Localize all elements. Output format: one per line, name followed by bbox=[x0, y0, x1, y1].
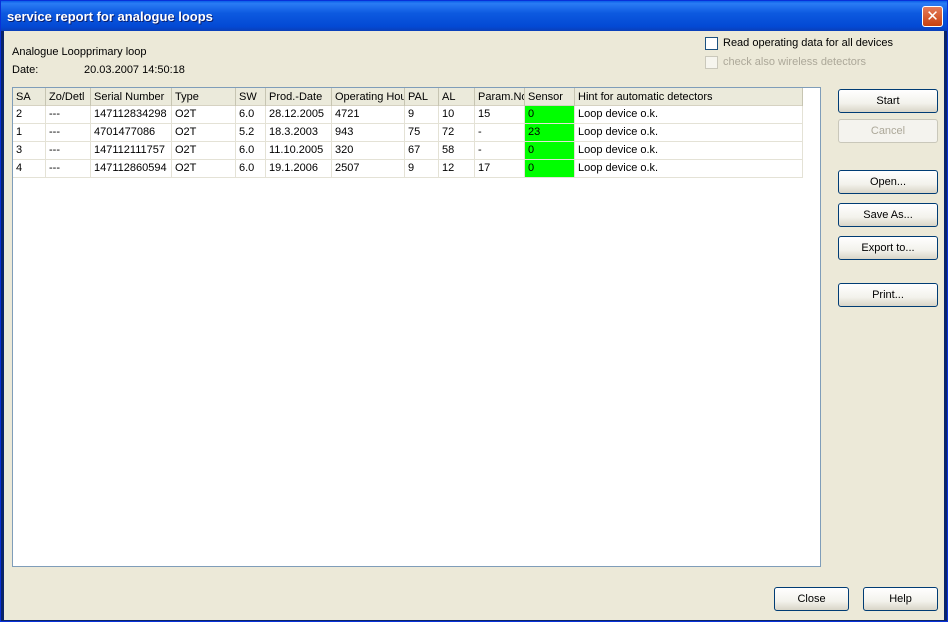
cell-type: O2T bbox=[172, 142, 236, 159]
cell-param-no: 17 bbox=[475, 160, 525, 177]
cell-param-no: - bbox=[475, 142, 525, 159]
cell-hint: Loop device o.k. bbox=[575, 160, 803, 177]
cell-type: O2T bbox=[172, 160, 236, 177]
col-header-al[interactable]: AL bbox=[439, 88, 475, 106]
cell-al: 58 bbox=[439, 142, 475, 159]
cell-prod-date: 28.12.2005 bbox=[266, 106, 332, 123]
cell-pal: 9 bbox=[405, 106, 439, 123]
read-all-label[interactable]: Read operating data for all devices bbox=[723, 37, 893, 49]
wireless-checkbox bbox=[705, 56, 718, 69]
cell-hint: Loop device o.k. bbox=[575, 124, 803, 141]
cell-param-no: 15 bbox=[475, 106, 525, 123]
table-row[interactable]: 2 --- 147112834298 O2T 6.0 28.12.2005 47… bbox=[13, 106, 803, 124]
start-button[interactable]: Start bbox=[838, 89, 938, 113]
export-to-button[interactable]: Export to... bbox=[838, 236, 938, 260]
cell-sa: 4 bbox=[13, 160, 46, 177]
cell-hint: Loop device o.k. bbox=[575, 142, 803, 159]
report-table[interactable]: SA Zo/Detl Serial Number Type SW Prod.-D… bbox=[12, 87, 821, 567]
cell-sw: 6.0 bbox=[236, 160, 266, 177]
cell-operating-hours: 943 bbox=[332, 124, 405, 141]
date-label: Date: bbox=[12, 64, 39, 76]
cell-sensor: 23 bbox=[525, 124, 575, 141]
cell-hint: Loop device o.k. bbox=[575, 106, 803, 123]
cell-zo-detl: --- bbox=[46, 160, 91, 177]
cell-serial-number: 147112860594 bbox=[91, 160, 172, 177]
cell-al: 12 bbox=[439, 160, 475, 177]
col-header-serial-number[interactable]: Serial Number bbox=[91, 88, 172, 106]
print-button[interactable]: Print... bbox=[838, 283, 938, 307]
date-value: 20.03.2007 14:50:18 bbox=[84, 64, 185, 76]
table-row[interactable]: 4 --- 147112860594 O2T 6.0 19.1.2006 250… bbox=[13, 160, 803, 178]
cell-prod-date: 11.10.2005 bbox=[266, 142, 332, 159]
loop-label: Analogue Loopprimary loop bbox=[12, 46, 147, 58]
col-header-operating-hours[interactable]: Operating Hou bbox=[332, 88, 405, 106]
col-header-pal[interactable]: PAL bbox=[405, 88, 439, 106]
open-button[interactable]: Open... bbox=[838, 170, 938, 194]
cell-prod-date: 18.3.2003 bbox=[266, 124, 332, 141]
cell-serial-number: 147112834298 bbox=[91, 106, 172, 123]
save-as-button[interactable]: Save As... bbox=[838, 203, 938, 227]
cell-operating-hours: 2507 bbox=[332, 160, 405, 177]
cancel-button: Cancel bbox=[838, 119, 938, 143]
cell-prod-date: 19.1.2006 bbox=[266, 160, 332, 177]
cell-type: O2T bbox=[172, 124, 236, 141]
cell-type: O2T bbox=[172, 106, 236, 123]
table-row[interactable]: 3 --- 147112111757 O2T 6.0 11.10.2005 32… bbox=[13, 142, 803, 160]
dialog-client: Analogue Loopprimary loop Date: 20.03.20… bbox=[4, 31, 944, 620]
cell-al: 72 bbox=[439, 124, 475, 141]
cell-serial-number: 4701477086 bbox=[91, 124, 172, 141]
col-header-sensor[interactable]: Sensor bbox=[525, 88, 575, 106]
cell-al: 10 bbox=[439, 106, 475, 123]
cell-sensor: 0 bbox=[525, 160, 575, 177]
cell-zo-detl: --- bbox=[46, 106, 91, 123]
col-header-param-no[interactable]: Param.No bbox=[475, 88, 525, 106]
wireless-label: check also wireless detectors bbox=[723, 56, 867, 68]
col-header-hint[interactable]: Hint for automatic detectors bbox=[575, 88, 803, 106]
cell-zo-detl: --- bbox=[46, 124, 91, 141]
cell-pal: 9 bbox=[405, 160, 439, 177]
cell-serial-number: 147112111757 bbox=[91, 142, 172, 159]
cell-pal: 67 bbox=[405, 142, 439, 159]
col-header-sw[interactable]: SW bbox=[236, 88, 266, 106]
table-header: SA Zo/Detl Serial Number Type SW Prod.-D… bbox=[13, 88, 803, 106]
table-row[interactable]: 1 --- 4701477086 O2T 5.2 18.3.2003 943 7… bbox=[13, 124, 803, 142]
col-header-zo-detl[interactable]: Zo/Detl bbox=[46, 88, 91, 106]
dialog-window: service report for analogue loops ✕ Anal… bbox=[0, 0, 948, 622]
close-button[interactable]: Close bbox=[774, 587, 849, 611]
cell-sa: 1 bbox=[13, 124, 46, 141]
col-header-type[interactable]: Type bbox=[172, 88, 236, 106]
cell-sensor: 0 bbox=[525, 142, 575, 159]
close-icon[interactable]: ✕ bbox=[922, 6, 943, 27]
cell-operating-hours: 4721 bbox=[332, 106, 405, 123]
col-header-sa[interactable]: SA bbox=[13, 88, 46, 106]
cell-sa: 2 bbox=[13, 106, 46, 123]
cell-zo-detl: --- bbox=[46, 142, 91, 159]
cell-pal: 75 bbox=[405, 124, 439, 141]
window-title: service report for analogue loops bbox=[7, 9, 213, 24]
col-header-prod-date[interactable]: Prod.-Date bbox=[266, 88, 332, 106]
cell-param-no: - bbox=[475, 124, 525, 141]
cell-sw: 5.2 bbox=[236, 124, 266, 141]
cell-sw: 6.0 bbox=[236, 142, 266, 159]
read-all-checkbox[interactable] bbox=[705, 37, 718, 50]
help-button[interactable]: Help bbox=[863, 587, 938, 611]
cell-operating-hours: 320 bbox=[332, 142, 405, 159]
title-bar[interactable]: service report for analogue loops ✕ bbox=[1, 1, 947, 31]
cell-sensor: 0 bbox=[525, 106, 575, 123]
cell-sw: 6.0 bbox=[236, 106, 266, 123]
cell-sa: 3 bbox=[13, 142, 46, 159]
